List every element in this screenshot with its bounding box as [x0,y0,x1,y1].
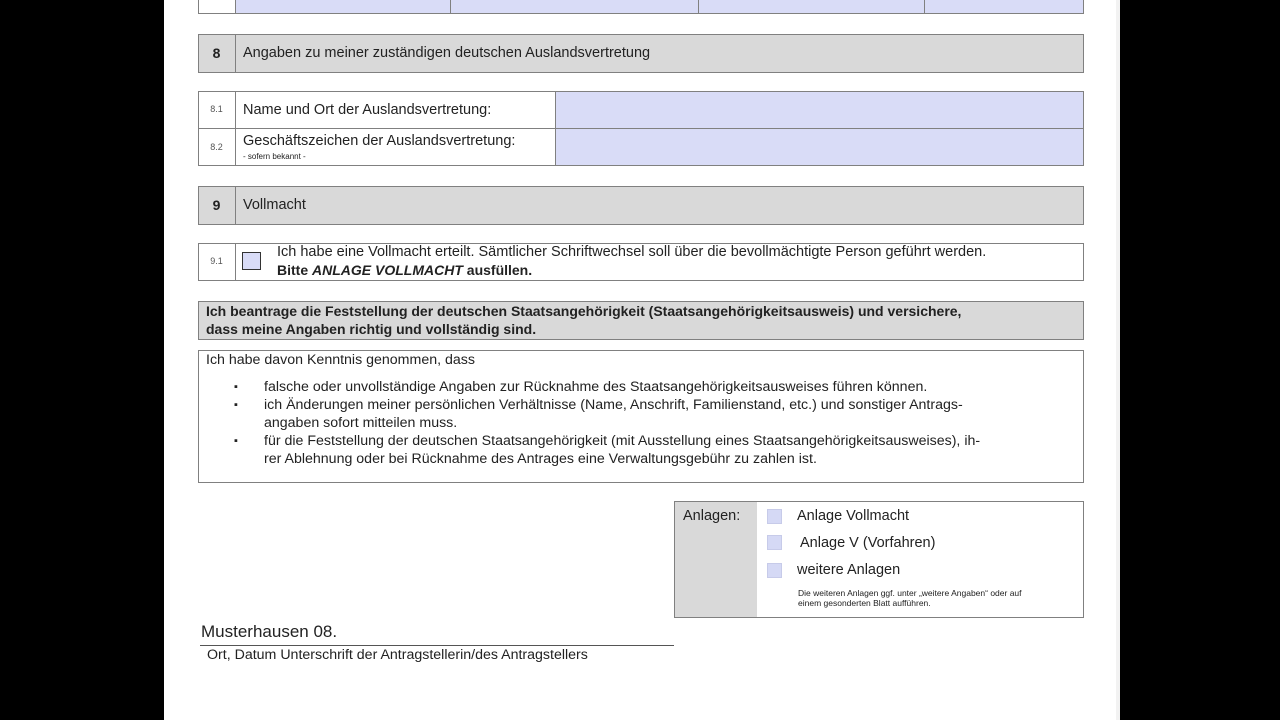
vollmacht-text-line1: Ich habe eine Vollmacht erteilt. Sämtlic… [277,244,987,260]
previous-row-field-1[interactable] [235,0,450,13]
anlage-vollmacht-checkbox[interactable] [767,509,782,524]
attachments-note-line2: einem gesonderten Blatt aufführen. [798,598,931,608]
previous-row-field-3[interactable] [699,0,924,13]
anlage-v-checkbox[interactable] [767,535,782,550]
notice-item-3-line1: für die Feststellung der deutschen Staat… [264,433,981,449]
row-8-2-number: 8.2 [210,142,223,152]
notice-item-2-line2: angaben sofort mitteilen muss. [264,415,458,431]
notice-list: falsche oder unvollständige Angaben zur … [224,378,1084,468]
declaration-line2: dass meine Angaben richtig und vollständ… [206,321,537,337]
background-edge [1116,0,1280,720]
anlage-vollmacht-label: Anlage Vollmacht [797,508,910,524]
signature-place-date[interactable]: Musterhausen 08. [201,622,337,642]
section-8-title: Angaben zu meiner zuständigen deutschen … [243,45,651,61]
vollmacht-line2-italic: ANLAGE VOLLMACHT [312,262,463,278]
notice-item-3-line2: rer Ablehnung oder bei Rücknahme des Ant… [264,451,817,467]
section-9-number: 9 [212,197,221,213]
form-page: 8 Angaben zu meiner zuständigen deutsche… [164,0,1116,720]
weitere-anlagen-checkbox[interactable] [767,563,782,578]
signature-caption: Ort, Datum Unterschrift der Antragstelle… [207,647,588,663]
row-9-1-number: 9.1 [210,256,223,266]
row-8-1-number: 8.1 [210,104,223,114]
notice-intro: Ich habe davon Kenntnis genommen, dass [206,352,475,368]
section-8-number: 8 [212,45,221,61]
geschaeftszeichen-field[interactable] [556,129,1083,165]
row-8-2-sublabel: - sofern bekannt - [243,152,306,161]
attachments-label: Anlagen: [683,508,741,524]
signature-line [200,645,674,646]
notice-item: falsche oder unvollständige Angaben zur … [224,378,1084,396]
auslandsvertretung-name-field[interactable] [556,92,1083,128]
attachments-note-line1: Die weiteren Anlagen ggf. unter „weitere… [798,588,1022,598]
previous-row-field-4[interactable] [925,0,1083,13]
next-page-edge [1116,0,1120,720]
declaration-line1: Ich beantrage die Feststellung der deuts… [206,303,962,319]
weitere-anlagen-label: weitere Anlagen [797,562,901,578]
notice-item: für die Feststellung der deutschen Staat… [224,432,1084,468]
row-8-1-label: Name und Ort der Auslandsvertretung: [243,102,492,118]
previous-row-field-2[interactable] [451,0,698,13]
section-9-title: Vollmacht [243,197,306,213]
vollmacht-line2-post: ausfüllen. [462,262,533,278]
anlage-v-label: Anlage V (Vorfahren) [800,535,936,551]
vollmacht-line2-pre: Bitte [277,262,312,278]
row-8-2-label: Geschäftszeichen der Auslandsvertretung: [243,133,516,149]
notice-item-2-line1: ich Änderungen meiner persönlichen Verhä… [264,397,963,413]
vollmacht-text-line2: Bitte ANLAGE VOLLMACHT ausfüllen. [277,262,532,278]
notice-item-1-line1: falsche oder unvollständige Angaben zur … [264,379,928,395]
vollmacht-checkbox[interactable] [242,252,261,270]
notice-item: ich Änderungen meiner persönlichen Verhä… [224,396,1084,432]
section-9-header [198,186,1084,225]
